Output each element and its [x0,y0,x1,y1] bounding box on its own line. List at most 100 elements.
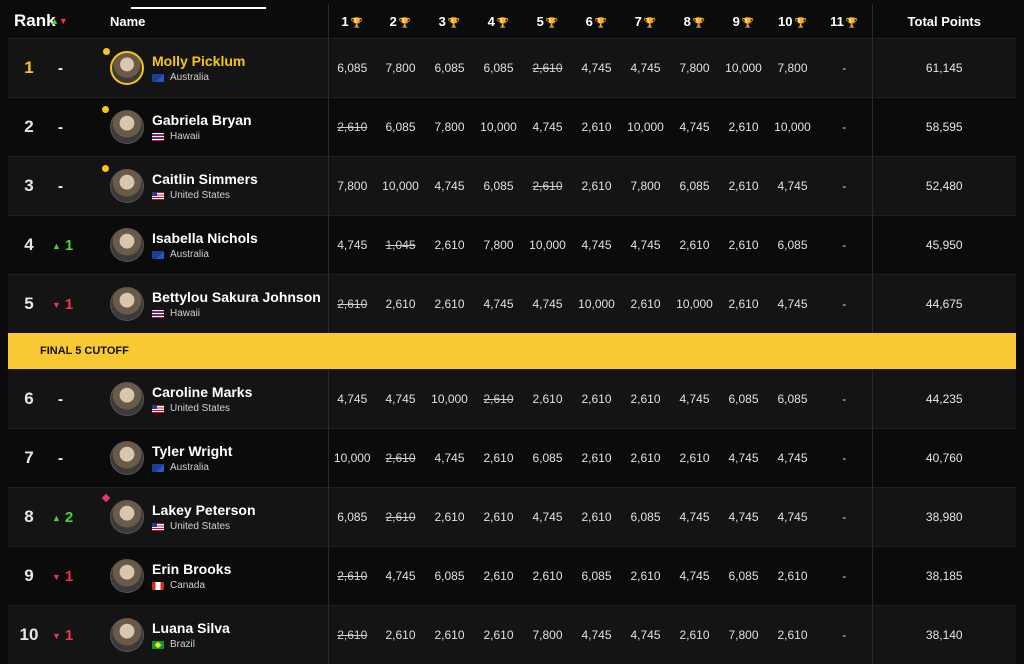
athlete-info[interactable]: Caitlin SimmersUnited States [110,169,328,203]
event-header-9[interactable]: 9🏆 [719,4,768,39]
event-score-5: 2,610 [523,39,572,98]
athlete-row[interactable]: 6-Caroline MarksUnited States4,7454,7451… [8,370,1016,429]
event-header-11[interactable]: 11🏆 [817,4,872,39]
total-points: 38,185 [872,547,1016,606]
athlete-name[interactable]: Gabriela Bryan [152,112,252,128]
athlete-cell[interactable]: Luana Silva Brazil [110,606,328,664]
athlete-row[interactable]: 8▲2Lakey PetersonUnited States6,0852,610… [8,488,1016,547]
event-score-1: 6,085 [328,39,376,98]
trophy-icon: 🏆 [546,18,558,29]
athlete-name[interactable]: Caitlin Simmers [152,171,258,187]
athlete-row[interactable]: 4▲1Isabella NicholsAustralia4,7451,0452,… [8,216,1016,275]
athlete-row[interactable]: 3-Caitlin SimmersUnited States7,80010,00… [8,157,1016,216]
rank-value: 9 [8,547,50,606]
event-number: 5 [537,14,544,29]
event-header-6[interactable]: 6🏆 [572,4,621,39]
athlete-row[interactable]: 9▼1Erin BrooksCanada2,6104,7456,0852,610… [8,547,1016,606]
athlete-info[interactable]: Gabriela BryanHawaii [110,110,328,144]
avatar[interactable] [110,382,144,416]
athlete-cell[interactable]: Caroline MarksUnited States [110,370,328,429]
event-score-5: 4,745 [523,488,572,547]
event-score-4: 2,610 [474,429,523,488]
athlete-info[interactable]: Bettylou Sakura JohnsonHawaii [110,287,328,321]
event-score-1: 4,745 [328,216,376,275]
athlete-cell[interactable]: Bettylou Sakura JohnsonHawaii [110,275,328,334]
event-score-7: 2,610 [621,275,670,334]
movement-header[interactable]: ▲▼ [50,4,110,39]
dropped-score: 2,610 [483,392,513,406]
rank-header[interactable]: Rank [8,4,50,39]
athlete-row[interactable]: 7-Tyler WrightAustralia10,0002,6104,7452… [8,429,1016,488]
athlete-row[interactable]: 10▼1Luana SilvaBrazil2,6102,6102,6102,61… [8,606,1016,664]
event-score-4: 6,085 [474,157,523,216]
athlete-cell[interactable]: Erin Brooks Canada [110,547,328,606]
athlete-info[interactable]: Luana Silva Brazil [110,618,328,652]
rank-movement: - [50,429,110,488]
flag-hi-icon [152,133,164,141]
country-name: Canada [170,580,205,591]
athlete-country: Brazil [152,639,230,650]
avatar[interactable] [110,618,144,652]
event-score-10: 2,610 [768,606,817,664]
athlete-info[interactable]: Molly PicklumAustralia [110,51,328,85]
athlete-name[interactable]: Lakey Peterson [152,502,256,518]
athlete-cell[interactable]: Isabella NicholsAustralia [110,216,328,275]
total-points-header[interactable]: Total Points [872,4,1016,39]
event-header-2[interactable]: 2🏆 [376,4,425,39]
athlete-info[interactable]: Isabella NicholsAustralia [110,228,328,262]
athlete-name[interactable]: Luana Silva [152,620,230,636]
event-score-5: 4,745 [523,98,572,157]
event-header-5[interactable]: 5🏆 [523,4,572,39]
athlete-cell[interactable]: Tyler WrightAustralia [110,429,328,488]
event-score-11: - [817,606,872,664]
athlete-name[interactable]: Bettylou Sakura Johnson [152,289,321,305]
event-score-6: 2,610 [572,429,621,488]
avatar[interactable] [110,559,144,593]
no-change-dash: - [52,178,63,195]
status-dot [102,165,109,172]
avatar[interactable] [110,500,144,534]
athlete-name[interactable]: Caroline Marks [152,384,252,400]
event-number: 2 [390,14,397,29]
avatar[interactable] [110,228,144,262]
athlete-info[interactable]: Erin Brooks Canada [110,559,328,593]
event-header-8[interactable]: 8🏆 [670,4,719,39]
athlete-row[interactable]: 1-Molly PicklumAustralia6,0857,8006,0856… [8,39,1016,98]
event-score-2: 7,800 [376,39,425,98]
event-score-6: 2,610 [572,370,621,429]
athlete-row[interactable]: 5▼1Bettylou Sakura JohnsonHawaii2,6102,6… [8,275,1016,334]
athlete-row[interactable]: 2-Gabriela BryanHawaii2,6106,0857,80010,… [8,98,1016,157]
athlete-cell[interactable]: Molly PicklumAustralia [110,39,328,98]
athlete-info[interactable]: Lakey PetersonUnited States [110,500,328,534]
avatar[interactable] [110,169,144,203]
active-tab-indicator [131,7,266,9]
athlete-name[interactable]: Isabella Nichols [152,230,258,246]
name-header[interactable]: Name [110,4,328,39]
athlete-name[interactable]: Molly Picklum [152,53,245,69]
trophy-icon: 🏆 [795,18,807,29]
event-score-8: 2,610 [670,606,719,664]
athlete-cell[interactable]: Caitlin SimmersUnited States [110,157,328,216]
event-score-8: 2,610 [670,429,719,488]
no-change-dash: - [52,119,63,136]
event-header-7[interactable]: 7🏆 [621,4,670,39]
final-cutoff-label: FINAL 5 CUTOFF [8,333,1016,370]
athlete-name[interactable]: Tyler Wright [152,443,232,459]
event-score-5: 4,745 [523,275,572,334]
athlete-cell[interactable]: Lakey PetersonUnited States [110,488,328,547]
event-score-7: 2,610 [621,370,670,429]
athlete-name[interactable]: Erin Brooks [152,561,231,577]
event-header-3[interactable]: 3🏆 [425,4,474,39]
athlete-info[interactable]: Tyler WrightAustralia [110,441,328,475]
avatar[interactable] [110,441,144,475]
avatar[interactable] [110,287,144,321]
avatar[interactable] [110,51,144,85]
event-header-4[interactable]: 4🏆 [474,4,523,39]
avatar[interactable] [110,110,144,144]
event-header-1[interactable]: 1🏆 [328,4,376,39]
event-header-10[interactable]: 10🏆 [768,4,817,39]
athlete-info[interactable]: Caroline MarksUnited States [110,382,328,416]
athlete-cell[interactable]: Gabriela BryanHawaii [110,98,328,157]
rank-value: 10 [8,606,50,664]
event-score-7: 4,745 [621,216,670,275]
